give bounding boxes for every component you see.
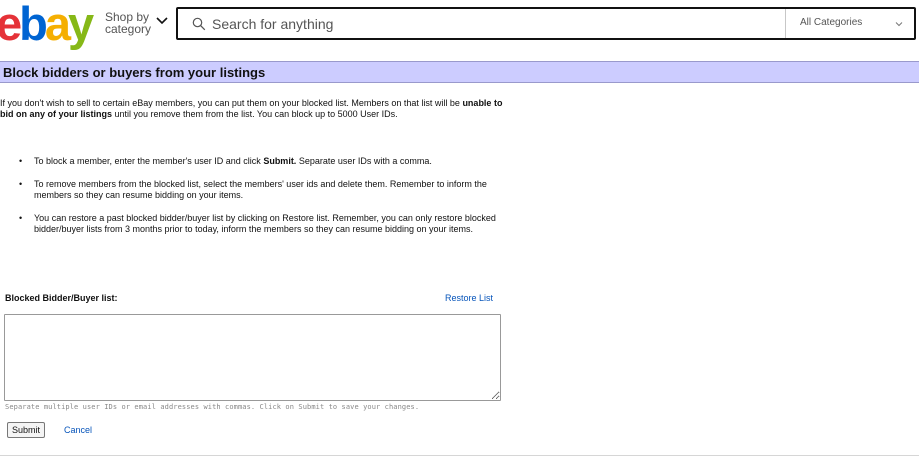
intro-text-2: until you remove them from the list. You… bbox=[112, 109, 398, 119]
textarea-hint: Separate multiple user IDs or email addr… bbox=[5, 403, 420, 411]
header: e b a y Shop by category All Categories bbox=[0, 0, 919, 48]
instruction-text: To block a member, enter the member's us… bbox=[34, 156, 264, 166]
footer-divider bbox=[0, 455, 919, 456]
search-input[interactable] bbox=[212, 13, 782, 35]
chevron-down-icon bbox=[156, 17, 168, 25]
instruction-bold: Submit. bbox=[263, 156, 297, 166]
instruction-text: Separate user IDs with a comma. bbox=[296, 156, 432, 166]
blocked-list-textarea[interactable] bbox=[4, 314, 501, 401]
ebay-logo[interactable]: e b a y bbox=[0, 0, 94, 50]
restore-list-link[interactable]: Restore List bbox=[445, 293, 493, 303]
page-title-bar: Block bidders or buyers from your listin… bbox=[0, 61, 919, 83]
instruction-item: To remove members from the blocked list,… bbox=[19, 179, 514, 201]
instruction-item: You can restore a past blocked bidder/bu… bbox=[19, 213, 514, 235]
search-bar: All Categories bbox=[176, 7, 916, 40]
page-title: Block bidders or buyers from your listin… bbox=[3, 65, 266, 80]
logo-letter-y: y bbox=[68, 0, 94, 50]
instruction-text: You can restore a past blocked bidder/bu… bbox=[34, 213, 496, 234]
search-divider bbox=[785, 9, 786, 38]
submit-button[interactable]: Submit bbox=[7, 422, 46, 438]
logo-letter-e: e bbox=[0, 0, 22, 50]
intro-text-1: If you don't wish to sell to certain eBa… bbox=[0, 98, 463, 108]
instructions-list: To block a member, enter the member's us… bbox=[19, 156, 514, 247]
logo-letter-a: a bbox=[44, 0, 71, 50]
intro-paragraph: If you don't wish to sell to certain eBa… bbox=[0, 98, 515, 120]
instruction-text: To remove members from the blocked list,… bbox=[34, 179, 487, 200]
chevron-down-icon[interactable] bbox=[894, 19, 904, 29]
search-icon bbox=[192, 17, 206, 31]
category-select[interactable]: All Categories bbox=[800, 17, 862, 28]
shop-by-line2: category bbox=[105, 22, 152, 36]
blocked-list-label: Blocked Bidder/Buyer list: bbox=[5, 293, 118, 303]
instruction-item: To block a member, enter the member's us… bbox=[19, 156, 514, 167]
cancel-link[interactable]: Cancel bbox=[64, 425, 92, 435]
shop-by-category-button[interactable]: Shop by category bbox=[105, 11, 168, 36]
logo-letter-b: b bbox=[19, 0, 48, 50]
